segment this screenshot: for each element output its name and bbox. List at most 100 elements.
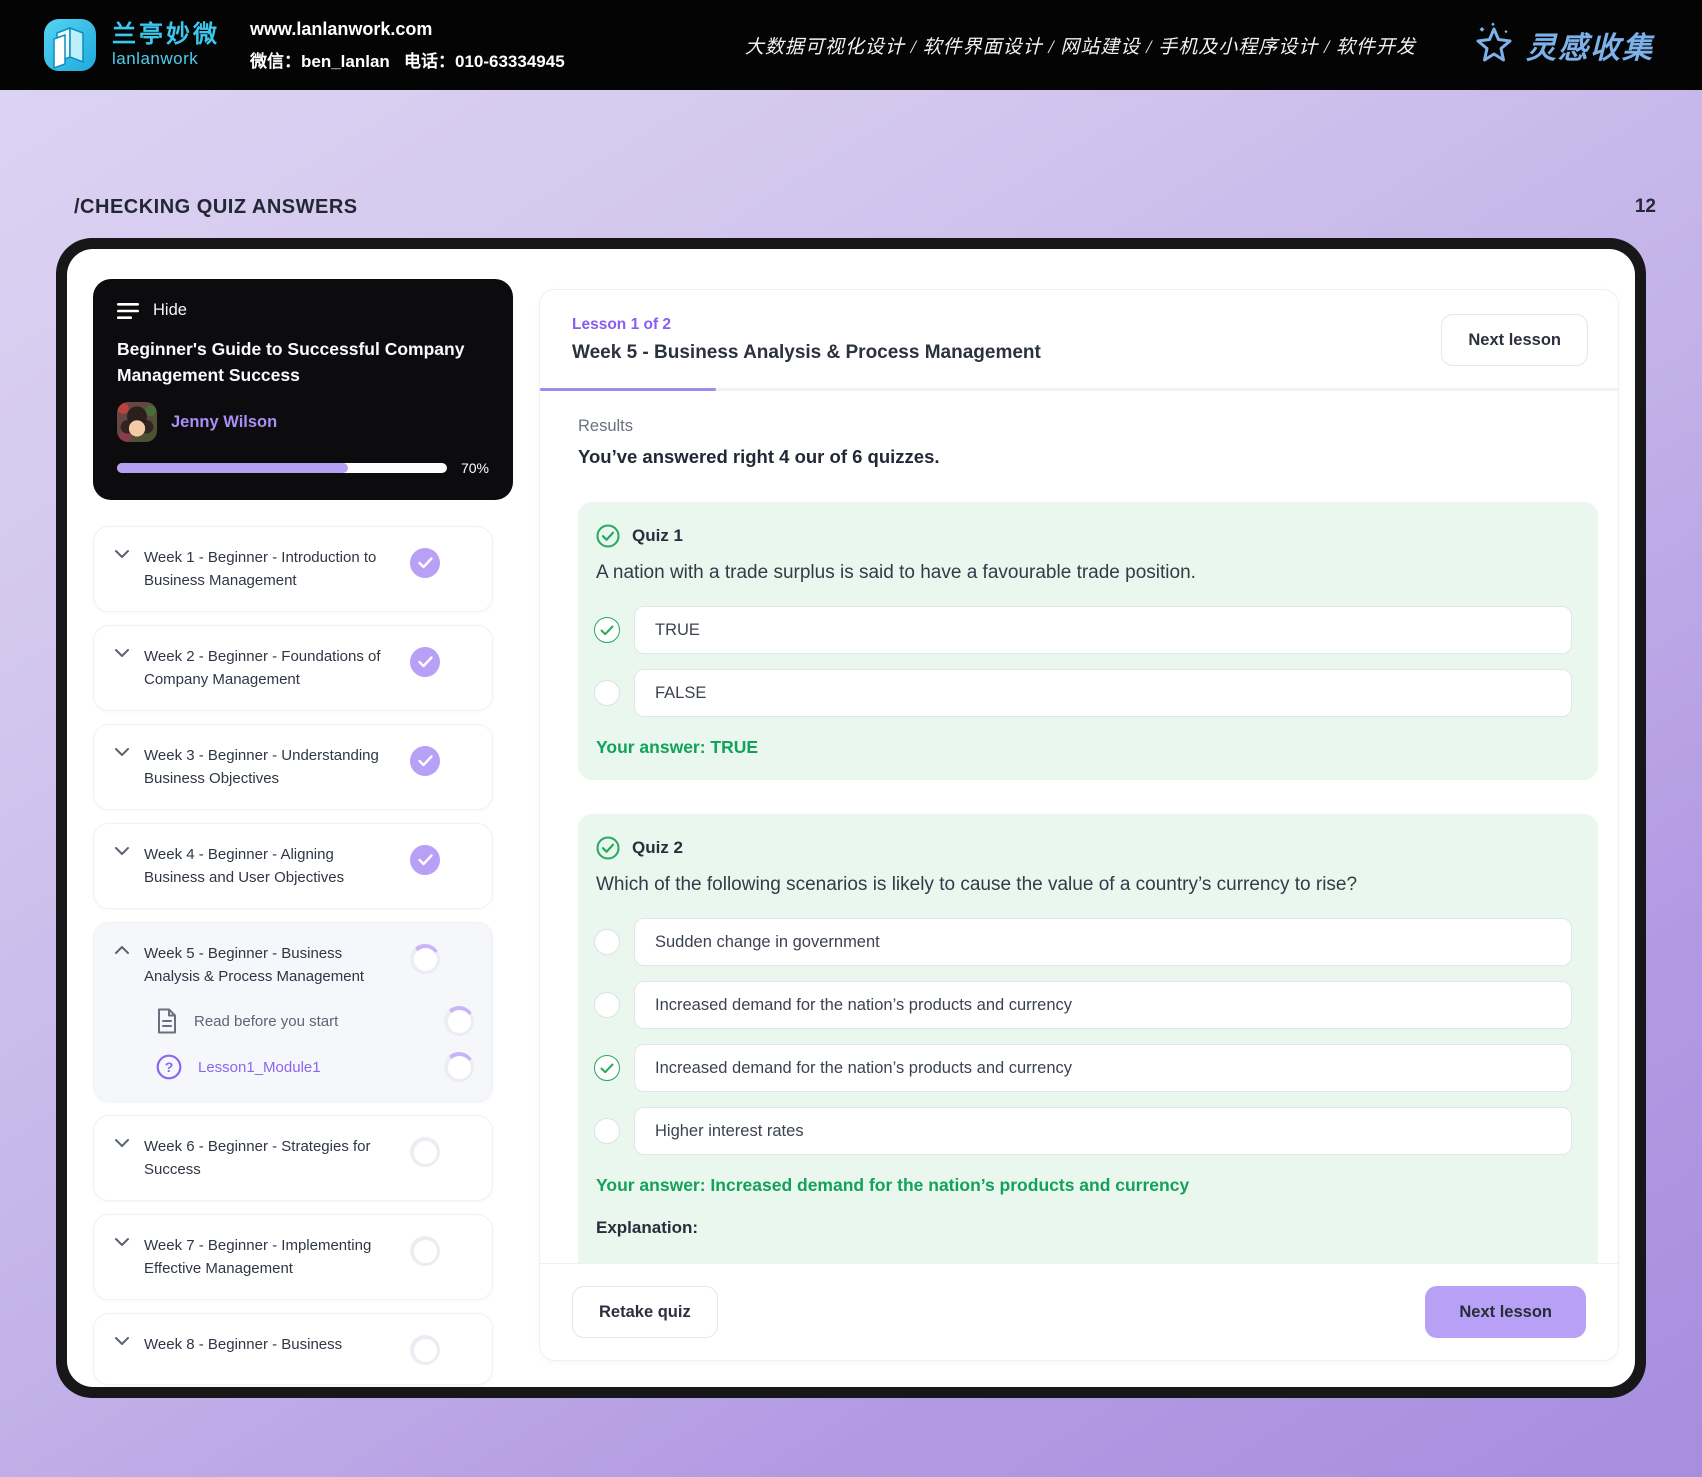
avatar [117,402,157,442]
quiz-your-answer: Your answer: Increased demand for the na… [596,1175,1190,1195]
quiz-check-icon [596,524,620,548]
option-label: Higher interest rates [655,1121,804,1140]
week-list: Week 1 - Beginner - Introduction to Busi… [93,526,493,1385]
next-lesson-button-top[interactable]: Next lesson [1441,314,1588,366]
results-summary: You’ve answered right 4 our of 6 quizzes… [578,446,940,467]
progress-ring-icon [410,1137,440,1167]
quiz-check-icon [596,836,620,860]
page-title: /CHECKING QUIZ ANSWERS [74,196,358,218]
progress-ring-icon [410,1236,440,1266]
course-card: Hide Beginner's Guide to Successful Comp… [93,279,513,500]
week-item[interactable]: Week 4 - Beginner - Aligning Business an… [93,823,493,909]
week-item[interactable]: Week 7 - Beginner - Implementing Effecti… [93,1214,493,1300]
course-title: Beginner's Guide to Successful Company M… [117,339,465,385]
lesson-title: Week 5 - Business Analysis & Process Man… [572,342,1041,363]
quiz-name: Quiz 2 [632,838,684,857]
week-item[interactable]: Week 6 - Beginner - Strategies for Succe… [93,1115,493,1201]
week-item[interactable]: Week 5 - Beginner - Business Analysis & … [93,922,493,1102]
option-label: Increased demand for the nation’s produc… [655,1058,1073,1077]
course-progress: 70% [117,460,489,476]
quiz-option[interactable]: Higher interest rates [594,1107,1572,1155]
quiz-option[interactable]: Increased demand for the nation’s produc… [594,1044,1572,1092]
completed-check-icon [410,548,440,578]
progress-fill [117,463,348,473]
week-label: Week 1 - Beginner - Introduction to Busi… [144,549,377,589]
week-subitems: Read before you start ? Lesson1_Module1 [114,1006,474,1082]
brand-bar: 兰亭妙微 lanlanwork www.lanlanwork.com 微信：be… [0,0,1702,90]
collect-label: 灵感收集 [1526,32,1654,65]
option-radio-icon[interactable] [594,617,620,643]
phone-text: 电话：010-63334945 [403,51,565,71]
svg-text:?: ? [165,1059,174,1075]
course-sidebar: Hide Beginner's Guide to Successful Comp… [67,249,519,1387]
progress-bar [117,463,447,473]
chevron-icon [115,550,129,558]
option-radio-icon[interactable] [594,929,620,955]
page-number: 12 [1634,196,1656,217]
chevron-icon [115,748,129,756]
quiz-options: TRUE FALSE [594,606,1572,717]
chevron-icon [115,1238,129,1246]
completed-check-icon [410,647,440,677]
quiz-option[interactable]: Sudden change in government [594,918,1572,966]
quiz-results-content: Results You’ve answered right 4 our of 6… [540,391,1618,1263]
option-label: FALSE [655,683,707,702]
wechat-text: 微信：ben_lanlan [250,51,390,71]
hide-sidebar-button[interactable]: Hide [117,301,489,320]
week-item[interactable]: Week 2 - Beginner - Foundations of Compa… [93,625,493,711]
week-item[interactable]: Week 3 - Beginner - Understanding Busine… [93,724,493,810]
subitem-label: Lesson1_Module1 [198,1058,321,1076]
quiz-option[interactable]: Increased demand for the nation’s produc… [594,981,1572,1029]
chevron-icon [115,649,129,657]
option-label: Increased demand for the nation’s produc… [655,995,1073,1014]
retake-quiz-button[interactable]: Retake quiz [572,1286,718,1338]
progress-ring-icon [444,1006,474,1036]
week-label: Week 6 - Beginner - Strategies for Succe… [144,1138,371,1178]
lesson-counter: Lesson 1 of 2 [572,316,672,333]
quiz-option[interactable]: FALSE [594,669,1572,717]
lesson-header: Lesson 1 of 2 Week 5 - Business Analysis… [540,290,1618,388]
chevron-icon [115,847,129,855]
question-icon: ? [156,1054,182,1080]
progress-ring-icon [444,1052,474,1082]
lesson-subitem[interactable]: Read before you start [114,1006,474,1036]
chevron-icon [115,1337,129,1345]
option-label: TRUE [655,620,700,639]
week-item[interactable]: Week 8 - Beginner - Business [93,1313,493,1385]
week-label: Week 2 - Beginner - Foundations of Compa… [144,648,381,688]
hide-label: Hide [153,301,187,319]
quiz-question: Which of the following scenarios is like… [596,874,1358,895]
results-heading: Results [578,417,634,435]
quiz-name: Quiz 1 [632,526,684,545]
lesson-subitem[interactable]: ? Lesson1_Module1 [114,1052,474,1082]
progress-ring-icon [410,944,440,974]
book-logo-icon [44,19,96,71]
option-radio-icon[interactable] [594,1055,620,1081]
quiz-option[interactable]: TRUE [594,606,1572,654]
hamburger-icon [117,302,139,319]
week-label: Week 7 - Beginner - Implementing Effecti… [144,1237,372,1277]
document-icon [156,1008,178,1034]
quiz-list: Quiz 1 A nation with a trade surplus is … [578,502,1598,1263]
week-label: Week 8 - Beginner - Business [144,1336,343,1353]
quiz-footer: Retake quiz Next lesson [540,1263,1618,1360]
option-radio-icon[interactable] [594,992,620,1018]
option-label: Sudden change in government [655,932,880,951]
next-lesson-button-bottom[interactable]: Next lesson [1425,1286,1586,1338]
progress-ring-icon [410,1335,440,1365]
quiz-card: Quiz 1 A nation with a trade surplus is … [578,502,1598,780]
logo-title: 兰亭妙微 [112,21,220,49]
option-radio-icon[interactable] [594,680,620,706]
option-radio-icon[interactable] [594,1118,620,1144]
contact-info: www.lanlanwork.com 微信：ben_lanlan 电话：010-… [250,19,565,72]
week-item[interactable]: Week 1 - Beginner - Introduction to Busi… [93,526,493,612]
week-label: Week 4 - Beginner - Aligning Business an… [144,846,345,886]
instructor-name[interactable]: Jenny Wilson [171,413,277,432]
quiz-your-answer: Your answer: TRUE [596,737,759,757]
lanlanwork-logo: 兰亭妙微 lanlanwork [42,17,220,73]
chevron-icon [115,1139,129,1147]
sparkle-star-icon [1476,22,1512,62]
subitem-label: Read before you start [194,1012,339,1030]
quiz-options: Sudden change in government Increased de… [594,918,1572,1155]
week-label: Week 3 - Beginner - Understanding Busine… [144,747,379,787]
